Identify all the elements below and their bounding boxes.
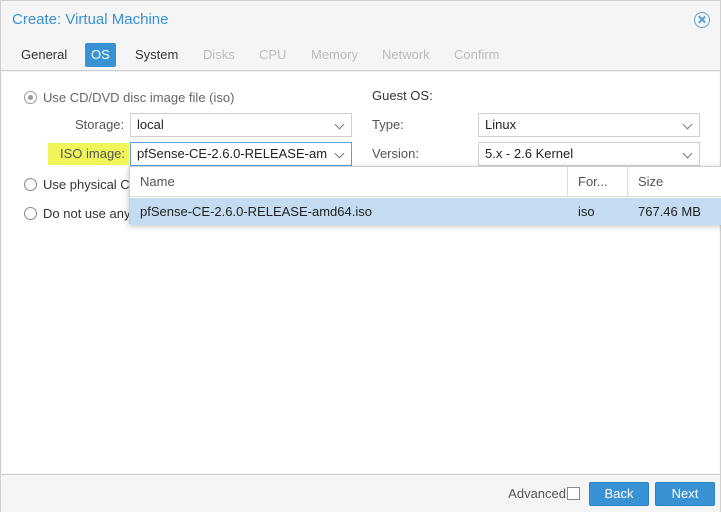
tab-confirm: Confirm <box>454 47 500 62</box>
iso-size: 767.46 MB <box>638 204 701 219</box>
tab-system[interactable]: System <box>129 43 184 67</box>
use-physical-option[interactable]: Use physical C <box>24 175 130 193</box>
use-iso-option[interactable]: Use CD/DVD disc image file (iso) <box>24 88 234 106</box>
no-media-label: Do not use any <box>43 205 131 221</box>
storage-label: Storage: <box>75 117 125 132</box>
dialog-title: Create: Virtual Machine <box>12 11 169 28</box>
close-icon[interactable] <box>694 12 710 28</box>
iso-picker-header: Name For... Size <box>130 167 721 197</box>
use-physical-radio[interactable] <box>24 177 37 191</box>
os-version-select[interactable]: 5.x - 2.6 Kernel <box>478 142 700 166</box>
iso-image-value: pfSense-CE-2.6.0-RELEASE-am <box>137 146 327 161</box>
iso-picker-dropdown: Name For... Size pfSense-CE-2.6.0-RELEAS… <box>129 166 721 225</box>
tab-cpu: CPU <box>259 47 287 62</box>
iso-image-select[interactable]: pfSense-CE-2.6.0-RELEASE-am <box>130 142 352 166</box>
chevron-down-icon[interactable] <box>682 119 693 130</box>
no-media-radio[interactable] <box>24 206 37 220</box>
create-vm-dialog: Create: Virtual Machine General OS Syste… <box>0 0 721 512</box>
guest-os-heading: Guest OS: <box>372 88 433 103</box>
iso-list-item[interactable]: pfSense-CE-2.6.0-RELEASE-amd64.iso iso 7… <box>130 198 721 225</box>
dialog-footer: Advanced Back Next <box>1 474 720 512</box>
tab-network: Network <box>382 47 430 62</box>
os-type-label: Type: <box>372 117 404 132</box>
wizard-tab-bar: General OS System Disks CPU Memory Netwo… <box>1 41 720 71</box>
no-media-option[interactable]: Do not use any <box>24 204 130 222</box>
chevron-down-icon[interactable] <box>334 148 345 159</box>
tab-disks: Disks <box>203 47 235 62</box>
tab-general[interactable]: General <box>15 43 73 67</box>
back-button[interactable]: Back <box>589 482 649 506</box>
storage-value: local <box>137 117 164 132</box>
chevron-down-icon[interactable] <box>682 148 693 159</box>
os-version-value: 5.x - 2.6 Kernel <box>485 146 574 161</box>
tab-os[interactable]: OS <box>85 43 116 67</box>
chevron-down-icon[interactable] <box>334 119 345 130</box>
use-iso-label: Use CD/DVD disc image file (iso) <box>43 89 235 105</box>
iso-name: pfSense-CE-2.6.0-RELEASE-amd64.iso <box>140 204 372 219</box>
storage-select[interactable]: local <box>130 113 352 137</box>
title-bar: Create: Virtual Machine <box>1 1 720 37</box>
iso-image-label: ISO image: <box>48 143 130 165</box>
next-button[interactable]: Next <box>655 482 715 506</box>
advanced-label: Advanced <box>508 486 566 501</box>
iso-format: iso <box>578 204 595 219</box>
tab-memory: Memory <box>311 47 358 62</box>
use-iso-radio[interactable] <box>24 90 37 104</box>
column-header-name[interactable]: Name <box>130 167 568 197</box>
column-header-size[interactable]: Size <box>628 167 721 197</box>
column-header-format[interactable]: For... <box>568 167 628 197</box>
os-type-select[interactable]: Linux <box>478 113 700 137</box>
use-physical-label: Use physical C <box>43 176 130 192</box>
advanced-checkbox[interactable] <box>567 487 580 500</box>
os-version-label: Version: <box>372 146 419 161</box>
os-type-value: Linux <box>485 117 517 132</box>
os-panel: Use CD/DVD disc image file (iso) Storage… <box>2 72 719 473</box>
